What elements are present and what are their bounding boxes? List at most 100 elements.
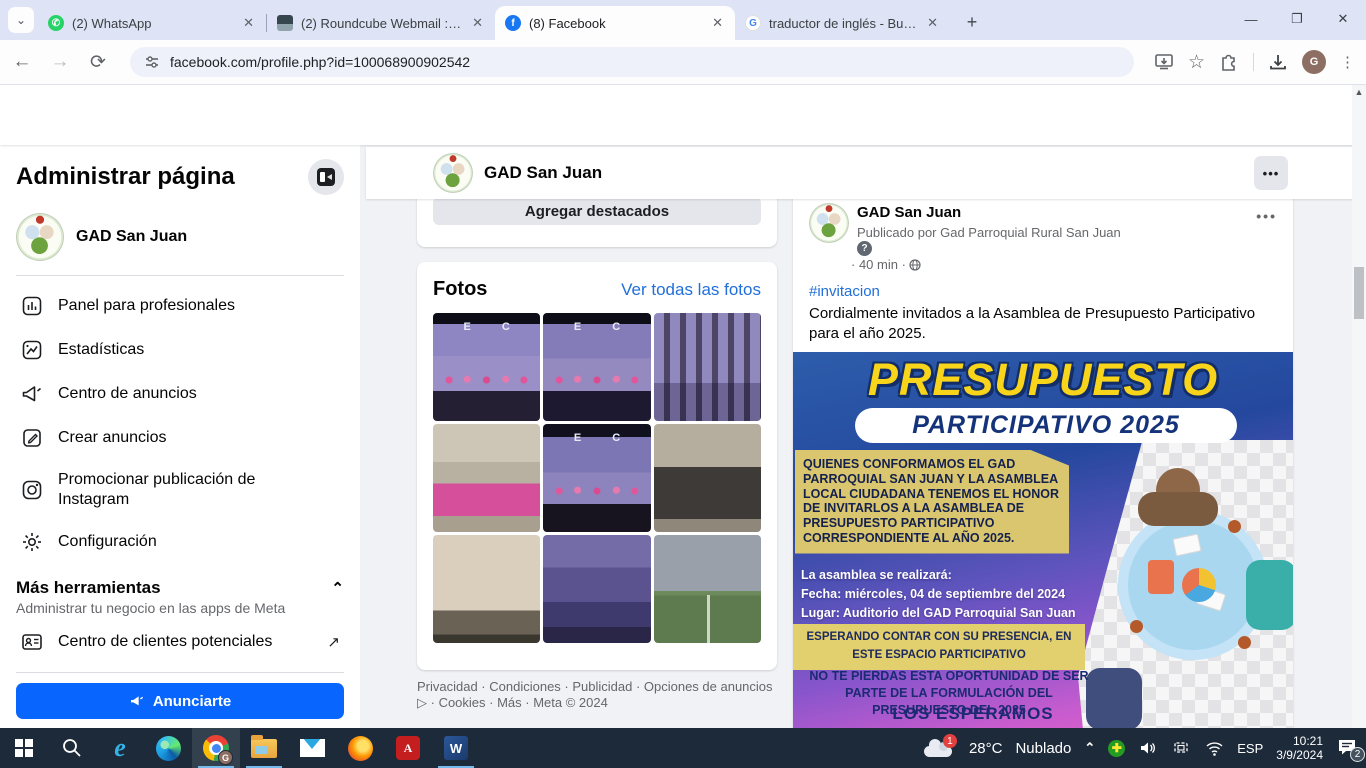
sidebar-item-create-ads[interactable]: Crear anuncios — [16, 416, 344, 460]
photo-thumbnail[interactable] — [654, 424, 761, 532]
downloads-icon[interactable] — [1268, 52, 1288, 72]
sidebar-item-boost-instagram[interactable]: Promocionar publicación de Instagram — [16, 460, 344, 520]
site-settings-icon[interactable] — [144, 54, 160, 70]
tab-facebook-active[interactable]: f (8) Facebook ✕ — [495, 6, 735, 40]
sidebar-item-professional-dashboard[interactable]: Panel para profesionales — [16, 284, 344, 328]
advertise-button[interactable]: Anunciarte — [16, 683, 344, 719]
tab-whatsapp[interactable]: ✆ (2) WhatsApp ✕ — [38, 6, 266, 40]
facebook-icon: f — [505, 15, 521, 31]
page-avatar[interactable] — [433, 153, 473, 193]
language-indicator[interactable]: ESP — [1237, 741, 1263, 756]
wifi-icon[interactable] — [1204, 738, 1224, 758]
url-text[interactable]: facebook.com/profile.php?id=100068900902… — [170, 54, 470, 70]
start-button[interactable] — [0, 728, 48, 768]
tab-close-button[interactable]: ✕ — [925, 15, 940, 31]
post-hashtag-link[interactable]: #invitacion — [809, 283, 880, 300]
page-more-button[interactable]: ••• — [1254, 156, 1288, 190]
taskbar-acrobat[interactable]: A — [384, 728, 432, 768]
new-tab-button[interactable]: + — [958, 8, 986, 36]
sidebar-item-leads-center[interactable]: Centro de clientes potenciales ↗ — [16, 616, 344, 666]
close-button[interactable]: ✕ — [1320, 0, 1366, 38]
photo-thumbnail[interactable]: E C — [543, 424, 650, 532]
tab-close-button[interactable]: ✕ — [470, 15, 485, 31]
browser-profile-avatar[interactable]: G — [1302, 50, 1326, 74]
photo-thumbnail[interactable]: E C — [433, 313, 540, 421]
tab-search-button[interactable]: ⌄ — [8, 7, 34, 33]
photo-thumbnail[interactable] — [433, 535, 540, 643]
sidebar-item-insights[interactable]: Estadísticas — [16, 328, 344, 372]
post-author-name[interactable]: GAD San Juan — [857, 204, 961, 221]
display-cast-icon[interactable] — [1171, 738, 1191, 758]
more-tools-title: Más herramientas — [16, 578, 161, 598]
photo-thumbnail[interactable] — [433, 424, 540, 532]
tab-roundcube[interactable]: (2) Roundcube Webmail :: Entra ✕ — [267, 6, 495, 40]
external-link-icon: ↗ — [327, 633, 340, 651]
volume-icon[interactable] — [1138, 738, 1158, 758]
taskbar-mail[interactable] — [288, 728, 336, 768]
toolbar-actions: ☆ G ⋮ — [1154, 50, 1356, 74]
dashboard-icon — [20, 294, 44, 318]
help-badge-icon[interactable]: ? — [857, 241, 872, 256]
extensions-icon[interactable] — [1219, 52, 1239, 72]
tab-google-search[interactable]: G traductor de inglés - Buscar co ✕ — [735, 6, 950, 40]
browser-menu-icon[interactable]: ⋮ — [1340, 53, 1356, 71]
facebook-footer: Privacidad · Condiciones · Publicidad · … — [417, 679, 777, 711]
clock-date: 3/9/2024 — [1276, 748, 1323, 762]
weather-temperature[interactable]: 28°C — [969, 740, 1003, 757]
more-tools-header[interactable]: Más herramientas ⌃ — [16, 578, 344, 598]
restore-button[interactable]: ❐ — [1274, 0, 1320, 38]
person-shoulders-graphic — [1138, 492, 1218, 526]
minimize-button[interactable]: — — [1228, 0, 1274, 38]
photo-thumbnail[interactable]: E C — [543, 313, 650, 421]
photo-thumbnail[interactable] — [543, 535, 650, 643]
scrollbar-thumb[interactable] — [1354, 267, 1364, 319]
taskbar-file-explorer[interactable] — [240, 728, 288, 768]
taskbar-edge[interactable] — [144, 728, 192, 768]
antivirus-tray-icon[interactable]: ✚ — [1108, 740, 1125, 757]
action-center-button[interactable]: 2 — [1336, 737, 1360, 759]
taskbar-word[interactable]: W — [432, 728, 480, 768]
firefox-icon — [348, 736, 373, 761]
taskbar-firefox[interactable] — [336, 728, 384, 768]
sidebar-item-ads-center[interactable]: Centro de anuncios — [16, 372, 344, 416]
collapse-sidebar-button[interactable] — [308, 159, 344, 195]
taskbar-search-button[interactable] — [48, 728, 96, 768]
weather-badge: 1 — [943, 734, 957, 748]
tab-close-button[interactable]: ✕ — [241, 15, 256, 31]
post-timestamp[interactable]: · 40 min · — [851, 257, 921, 272]
taskbar-chrome-active[interactable]: G — [192, 728, 240, 768]
coffee-cup-graphic — [1130, 620, 1143, 633]
tab-close-button[interactable]: ✕ — [710, 15, 725, 31]
photo-thumbnail[interactable] — [654, 313, 761, 421]
tray-chevron-up-icon[interactable]: ⌃ — [1084, 740, 1095, 756]
add-featured-button[interactable]: Agregar destacados — [433, 197, 761, 225]
photo-thumbnail[interactable] — [654, 535, 761, 643]
post-published-by: Publicado por Gad Parroquial Rural San J… — [857, 225, 1121, 240]
sidebar-item-label: Centro de clientes potenciales — [58, 633, 272, 651]
weather-description[interactable]: Nublado — [1015, 740, 1071, 757]
reload-button[interactable]: ⟳ — [86, 51, 110, 74]
see-all-photos-link[interactable]: Ver todas las fotos — [621, 280, 761, 300]
taskbar-clock[interactable]: 10:21 3/9/2024 — [1276, 734, 1323, 762]
sidebar-item-settings[interactable]: Configuración — [16, 520, 344, 564]
page-scrollbar[interactable]: ▲ — [1352, 85, 1366, 728]
footer-links-line1[interactable]: Privacidad · Condiciones · Publicidad · … — [417, 679, 777, 695]
forward-button[interactable]: → — [48, 51, 72, 73]
action-center-badge: 2 — [1350, 747, 1365, 762]
taskbar-internet-explorer[interactable]: e — [96, 728, 144, 768]
sidebar-page-row[interactable]: GAD San Juan — [16, 213, 344, 261]
divider — [16, 672, 344, 673]
address-bar[interactable]: facebook.com/profile.php?id=100068900902… — [130, 47, 1134, 77]
post-image-presupuesto-poster[interactable]: PRESUPUESTO PARTICIPATIVO 2025 QUIENES C… — [793, 352, 1293, 768]
weather-widget[interactable]: 1 — [924, 737, 954, 759]
post-author-avatar[interactable] — [809, 203, 849, 243]
scroll-up-arrow[interactable]: ▲ — [1352, 87, 1366, 97]
poster-invitation-text: QUIENES CONFORMAMOS EL GAD PARROQUIAL SA… — [795, 450, 1069, 554]
sidebar-page-name: GAD San Juan — [76, 228, 187, 246]
bookmark-star-icon[interactable]: ☆ — [1188, 51, 1205, 74]
google-icon: G — [745, 15, 761, 31]
footer-links-line2[interactable]: ▷ · Cookies · Más · Meta © 2024 — [417, 695, 777, 711]
post-more-button[interactable]: ••• — [1256, 208, 1277, 224]
install-icon[interactable] — [1154, 52, 1174, 72]
back-button[interactable]: ← — [10, 51, 34, 73]
